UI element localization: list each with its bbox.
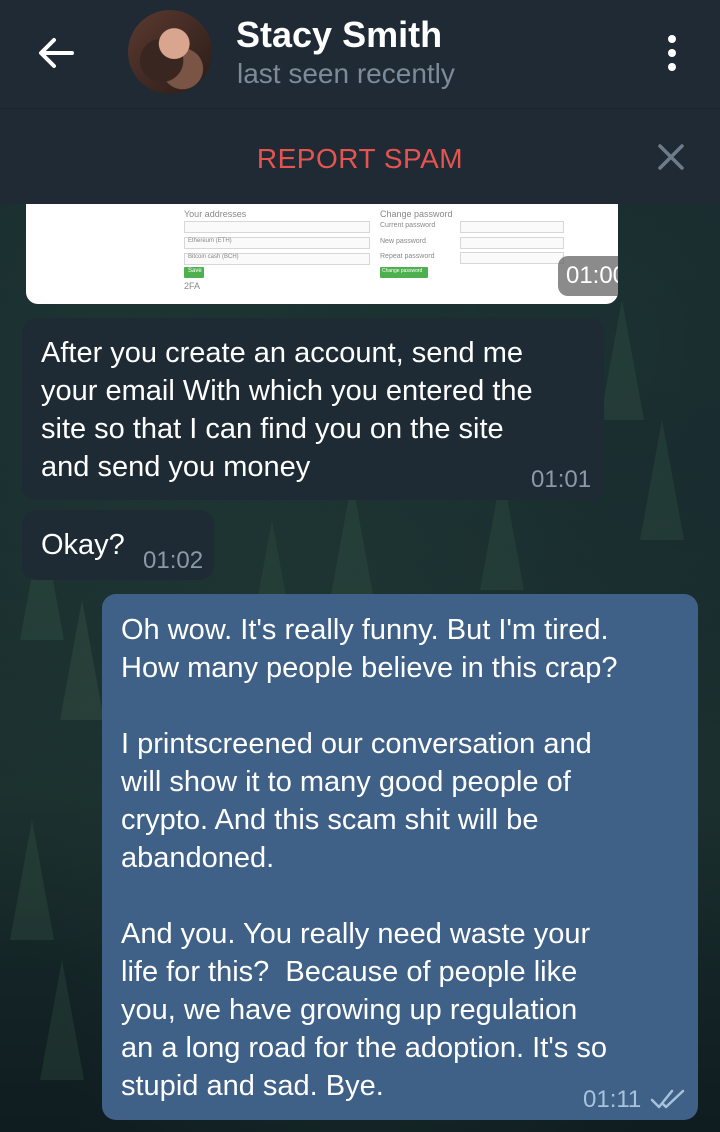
back-button[interactable] xyxy=(30,30,82,76)
double-check-icon xyxy=(650,1089,685,1109)
message-time: 01:11 xyxy=(583,1086,642,1113)
image-text: Change password xyxy=(382,268,423,274)
contact-status: last seen recently xyxy=(237,58,455,89)
avatar[interactable] xyxy=(128,10,212,94)
image-message[interactable]: Your addresses Ethereum (ETH) Bitcoin ca… xyxy=(26,204,618,304)
message-text: Okay? xyxy=(41,529,125,561)
image-text: Change password xyxy=(380,209,453,219)
image-text: 2FA xyxy=(184,281,201,291)
outgoing-message[interactable]: Oh wow. It's really funny. But I'm tired… xyxy=(102,594,698,1120)
close-icon[interactable] xyxy=(652,138,690,181)
report-spam-bar: REPORT SPAM xyxy=(0,108,720,204)
message-time: 01:00 xyxy=(558,256,618,296)
message-time: 01:01 xyxy=(531,466,592,493)
image-text: Save xyxy=(188,268,202,274)
image-text: Bitcoin cash (BCH) xyxy=(188,254,239,260)
message-time: 01:02 xyxy=(143,547,204,574)
message-text: After you create an account, send me you… xyxy=(41,337,533,483)
image-text: Current password xyxy=(380,222,436,229)
image-text: New password xyxy=(380,238,426,245)
incoming-message[interactable]: Okay? 01:02 xyxy=(22,510,214,580)
image-text: Your addresses xyxy=(184,209,247,219)
contact-name[interactable]: Stacy Smith xyxy=(236,14,442,56)
incoming-message[interactable]: After you create an account, send me you… xyxy=(22,318,604,500)
image-text: Repeat password xyxy=(380,253,435,260)
message-text: Oh wow. It's really funny. But I'm tired… xyxy=(121,614,618,1102)
more-vertical-icon[interactable] xyxy=(652,30,692,76)
image-text: Ethereum (ETH) xyxy=(188,238,232,244)
report-spam-button[interactable]: REPORT SPAM xyxy=(0,143,720,175)
chat-header: Stacy Smith last seen recently xyxy=(0,0,720,108)
arrow-left-icon xyxy=(39,38,74,68)
